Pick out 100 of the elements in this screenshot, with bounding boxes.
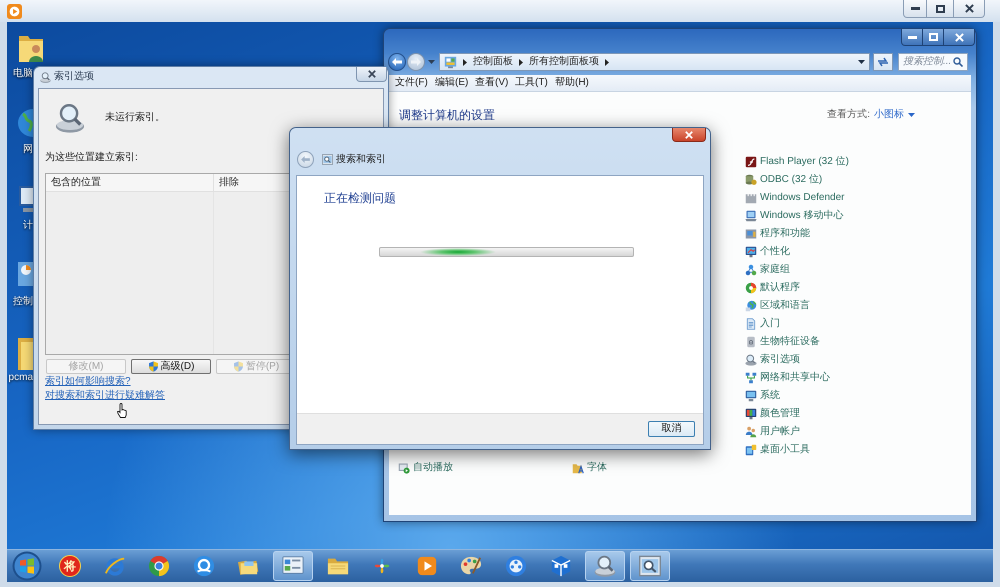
maximize-icon <box>936 4 944 12</box>
right-arrow-icon <box>411 58 421 66</box>
breadcrumb-arrow-icon <box>519 58 523 66</box>
close-button[interactable] <box>356 67 387 82</box>
breadcrumb-arrow-icon <box>463 58 467 66</box>
maximize-icon <box>928 33 938 41</box>
close-button[interactable] <box>953 0 985 18</box>
font-folder-icon <box>572 462 584 474</box>
address-bar[interactable]: 控制面板 所有控制面板项 <box>439 53 870 71</box>
taskbar-button[interactable] <box>585 551 626 581</box>
taskbar-button[interactable] <box>272 551 313 581</box>
laptop-icon <box>745 210 757 222</box>
control-panel-link[interactable]: 程序和功能 <box>760 228 810 240</box>
minimize-button[interactable] <box>903 0 927 18</box>
autoplay-icon <box>398 462 410 474</box>
taskbar-button[interactable] <box>630 551 670 581</box>
globe-icon <box>17 108 33 138</box>
tricolor-circle-icon <box>148 555 170 577</box>
hand-cursor-icon <box>117 403 128 418</box>
control-panel-link[interactable]: 用户帐户 <box>760 426 800 438</box>
refresh-button[interactable] <box>873 53 893 71</box>
colored-ball-icon <box>745 282 757 294</box>
control-panel-link[interactable]: 字体 <box>587 462 607 474</box>
dialog-title: 搜索和索引 <box>336 154 386 166</box>
magnifier-drive-icon <box>745 354 757 366</box>
desktop-icon-label[interactable]: 控制 <box>13 296 33 308</box>
monitor-icon <box>745 246 757 258</box>
search-field[interactable]: 搜索控制... <box>898 53 968 71</box>
breadcrumb-arrow-icon <box>605 58 609 66</box>
close-button[interactable] <box>672 128 706 142</box>
taskbar-button[interactable]: 将 <box>50 551 90 581</box>
left-arrow-icon <box>392 58 402 66</box>
close-icon <box>685 130 693 138</box>
ring-orbit-logo-icon <box>104 555 126 577</box>
view-by-dropdown[interactable]: 小图标 <box>874 109 915 121</box>
network-icon <box>745 372 757 384</box>
control-panel-link[interactable]: 网络和共享中心 <box>760 372 830 384</box>
control-panel-icon <box>444 56 457 68</box>
forward-button[interactable] <box>407 53 425 71</box>
database-icon <box>745 174 757 186</box>
flash-logo-icon <box>745 156 757 168</box>
action-button[interactable]: 高级(D) <box>131 359 211 374</box>
breadcrumb-item[interactable]: 所有控制面板项 <box>529 56 599 68</box>
close-button[interactable] <box>943 29 975 46</box>
window-title: 索引选项 <box>54 71 94 83</box>
control-panel-link[interactable]: 入门 <box>760 318 780 330</box>
desktop-icon-label[interactable]: 计 <box>23 220 33 232</box>
magnifier-window-icon <box>638 555 661 577</box>
help-link[interactable]: 对搜索和索引进行疑难解答 <box>45 390 165 402</box>
desktop-icon-label[interactable]: 网 <box>23 144 33 156</box>
control-panel-link[interactable]: 系统 <box>760 390 780 402</box>
cancel-button[interactable]: 取消 <box>648 421 695 437</box>
page-heading: 调整计算机的设置 <box>399 108 495 122</box>
play-icon <box>416 556 437 576</box>
control-panel-link[interactable]: 个性化 <box>760 246 790 258</box>
control-panel-link[interactable]: Windows 移动中心 <box>760 210 844 222</box>
column-header[interactable]: 排除 <box>214 174 242 191</box>
maximize-button[interactable] <box>923 29 943 46</box>
help-link[interactable]: 索引如何影响搜索? <box>45 376 131 388</box>
locations-label: 为这些位置建立索引: <box>45 152 138 164</box>
start-orb-icon <box>12 551 42 581</box>
menu-item[interactable]: 工具(T) <box>515 77 555 89</box>
castle-icon <box>745 192 757 204</box>
menu-item[interactable]: 帮助(H) <box>555 77 595 89</box>
control-panel-link[interactable]: Flash Player (32 位) <box>760 156 849 168</box>
column-header[interactable]: 包含的位置 <box>46 174 214 191</box>
control-panel-link[interactable]: 默认程序 <box>760 282 800 294</box>
shield-icon <box>232 361 244 372</box>
computer-icon <box>745 390 757 402</box>
minimize-button[interactable] <box>901 29 923 46</box>
minimize-icon <box>910 7 920 10</box>
back-button[interactable] <box>388 53 406 71</box>
connected-dots-icon <box>745 264 757 276</box>
desktop-icon-label[interactable]: 电脑 <box>13 68 33 80</box>
control-panel-link[interactable]: ODBC (32 位) <box>760 174 822 186</box>
refresh-icon <box>877 57 889 67</box>
control-panel-link[interactable]: Windows Defender <box>760 192 844 204</box>
left-arrow-icon <box>301 156 310 163</box>
maximize-button[interactable] <box>927 0 953 18</box>
close-icon <box>964 4 974 13</box>
magnifier-drive-icon <box>594 555 616 577</box>
start-button[interactable] <box>11 550 43 582</box>
menu-item[interactable]: 编辑(E) <box>435 77 475 89</box>
computer-icon <box>17 184 33 214</box>
control-panel-link[interactable]: 桌面小工具 <box>760 444 810 456</box>
control-panel-link[interactable]: 生物特征设备 <box>760 336 820 348</box>
desktop-icon-label[interactable]: pcma <box>8 372 33 384</box>
control-panel-link[interactable]: 区域和语言 <box>760 300 810 312</box>
menu-item[interactable]: 文件(F) <box>395 77 435 89</box>
caret-down-icon <box>908 113 915 117</box>
control-panel-link[interactable]: 索引选项 <box>760 354 800 366</box>
control-panel-link[interactable]: 家庭组 <box>760 264 790 276</box>
breadcrumb-item[interactable]: 控制面板 <box>473 56 513 68</box>
control-panel-link[interactable]: 自动播放 <box>413 462 453 474</box>
globe-icon <box>745 300 757 312</box>
menu-item[interactable]: 查看(V) <box>475 77 515 89</box>
users-icon <box>745 426 757 438</box>
film-reel-icon <box>504 555 527 577</box>
control-panel-link[interactable]: 颜色管理 <box>760 408 800 420</box>
paint-palette-icon <box>460 555 482 577</box>
